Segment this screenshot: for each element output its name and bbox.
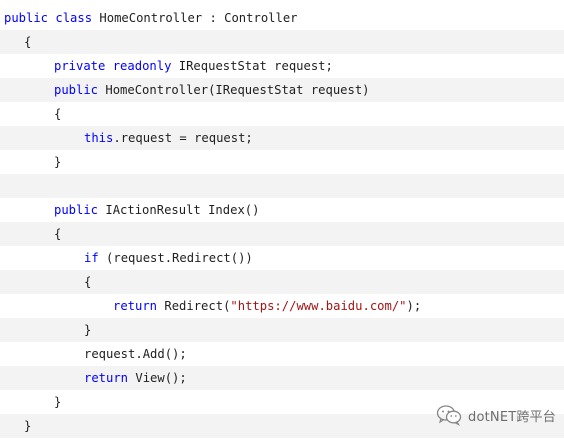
- code-line-text: {: [54, 106, 61, 122]
- code-line: this.request = request;: [0, 126, 564, 150]
- code-line: {: [0, 270, 564, 294]
- code-token: Redirect(: [157, 299, 231, 313]
- code-line-text: }: [84, 322, 91, 338]
- code-line-text: }: [54, 394, 61, 410]
- code-token: }: [84, 323, 92, 337]
- code-line-text: {: [84, 274, 91, 290]
- code-token: IActionResult Index(): [98, 203, 260, 217]
- code-line: {: [0, 102, 564, 126]
- code-token: {: [24, 35, 32, 49]
- code-line: public HomeController(IRequestStat reque…: [0, 78, 564, 102]
- code-token: .request = request;: [113, 131, 253, 145]
- code-line: {: [0, 30, 564, 54]
- code-string: "https://www.baidu.com/": [230, 299, 407, 313]
- code-line: return Redirect("https://www.baidu.com/"…: [0, 294, 564, 318]
- code-keyword: public: [54, 83, 99, 97]
- code-keyword: return: [113, 299, 158, 313]
- code-keyword: class: [55, 11, 93, 25]
- code-line-text: return View();: [84, 370, 187, 386]
- code-line: return View();: [0, 366, 564, 390]
- code-line: if (request.Redirect()): [0, 246, 564, 270]
- code-line: {: [0, 222, 564, 246]
- code-keyword: public: [4, 11, 49, 25]
- code-token: }: [54, 395, 62, 409]
- code-token: HomeController : Controller: [92, 11, 298, 25]
- code-line-text: {: [24, 34, 31, 50]
- code-token: );: [406, 299, 422, 313]
- code-token: request.Add();: [84, 347, 187, 361]
- code-line: }: [0, 150, 564, 174]
- code-line-text: }: [24, 418, 31, 434]
- code-line-text: {: [54, 226, 61, 242]
- code-token: (request.Redirect()): [98, 251, 253, 265]
- code-token: IRequestStat request;: [171, 59, 333, 73]
- code-keyword: private: [54, 59, 106, 73]
- code-line-text: if (request.Redirect()): [84, 250, 253, 266]
- code-line: private readonly IRequestStat request;: [0, 54, 564, 78]
- code-line: public class HomeController : Controller: [0, 6, 564, 30]
- wechat-icon: [436, 404, 462, 426]
- code-line-text: request.Add();: [84, 346, 187, 362]
- code-line-text: public HomeController(IRequestStat reque…: [54, 82, 370, 98]
- code-line-text: public IActionResult Index(): [54, 202, 259, 218]
- watermark-text: dotNET跨平台: [468, 409, 556, 425]
- code-keyword: if: [84, 251, 99, 265]
- code-token: }: [24, 419, 32, 433]
- code-token: {: [54, 227, 62, 241]
- code-token: View();: [128, 371, 187, 385]
- code-line: [0, 174, 564, 198]
- code-token: {: [54, 107, 62, 121]
- code-block: public class HomeController : Controller…: [0, 0, 564, 442]
- code-line-text: }: [54, 154, 61, 170]
- code-keyword: readonly: [112, 59, 172, 73]
- code-token: HomeController(IRequestStat request): [98, 83, 370, 97]
- code-line-text: private readonly IRequestStat request;: [54, 58, 333, 74]
- code-line: request.Add();: [0, 342, 564, 366]
- code-line-text: return Redirect("https://www.baidu.com/"…: [113, 298, 421, 314]
- code-token: {: [84, 275, 92, 289]
- code-token: }: [54, 155, 62, 169]
- code-line: public IActionResult Index(): [0, 198, 564, 222]
- code-keyword: public: [54, 203, 99, 217]
- watermark: dotNET跨平台: [436, 404, 556, 426]
- code-line-text: public class HomeController : Controller: [4, 10, 298, 26]
- code-keyword: return: [84, 371, 129, 385]
- code-line-text: this.request = request;: [84, 130, 253, 146]
- code-line: }: [0, 318, 564, 342]
- code-keyword: this: [84, 131, 114, 145]
